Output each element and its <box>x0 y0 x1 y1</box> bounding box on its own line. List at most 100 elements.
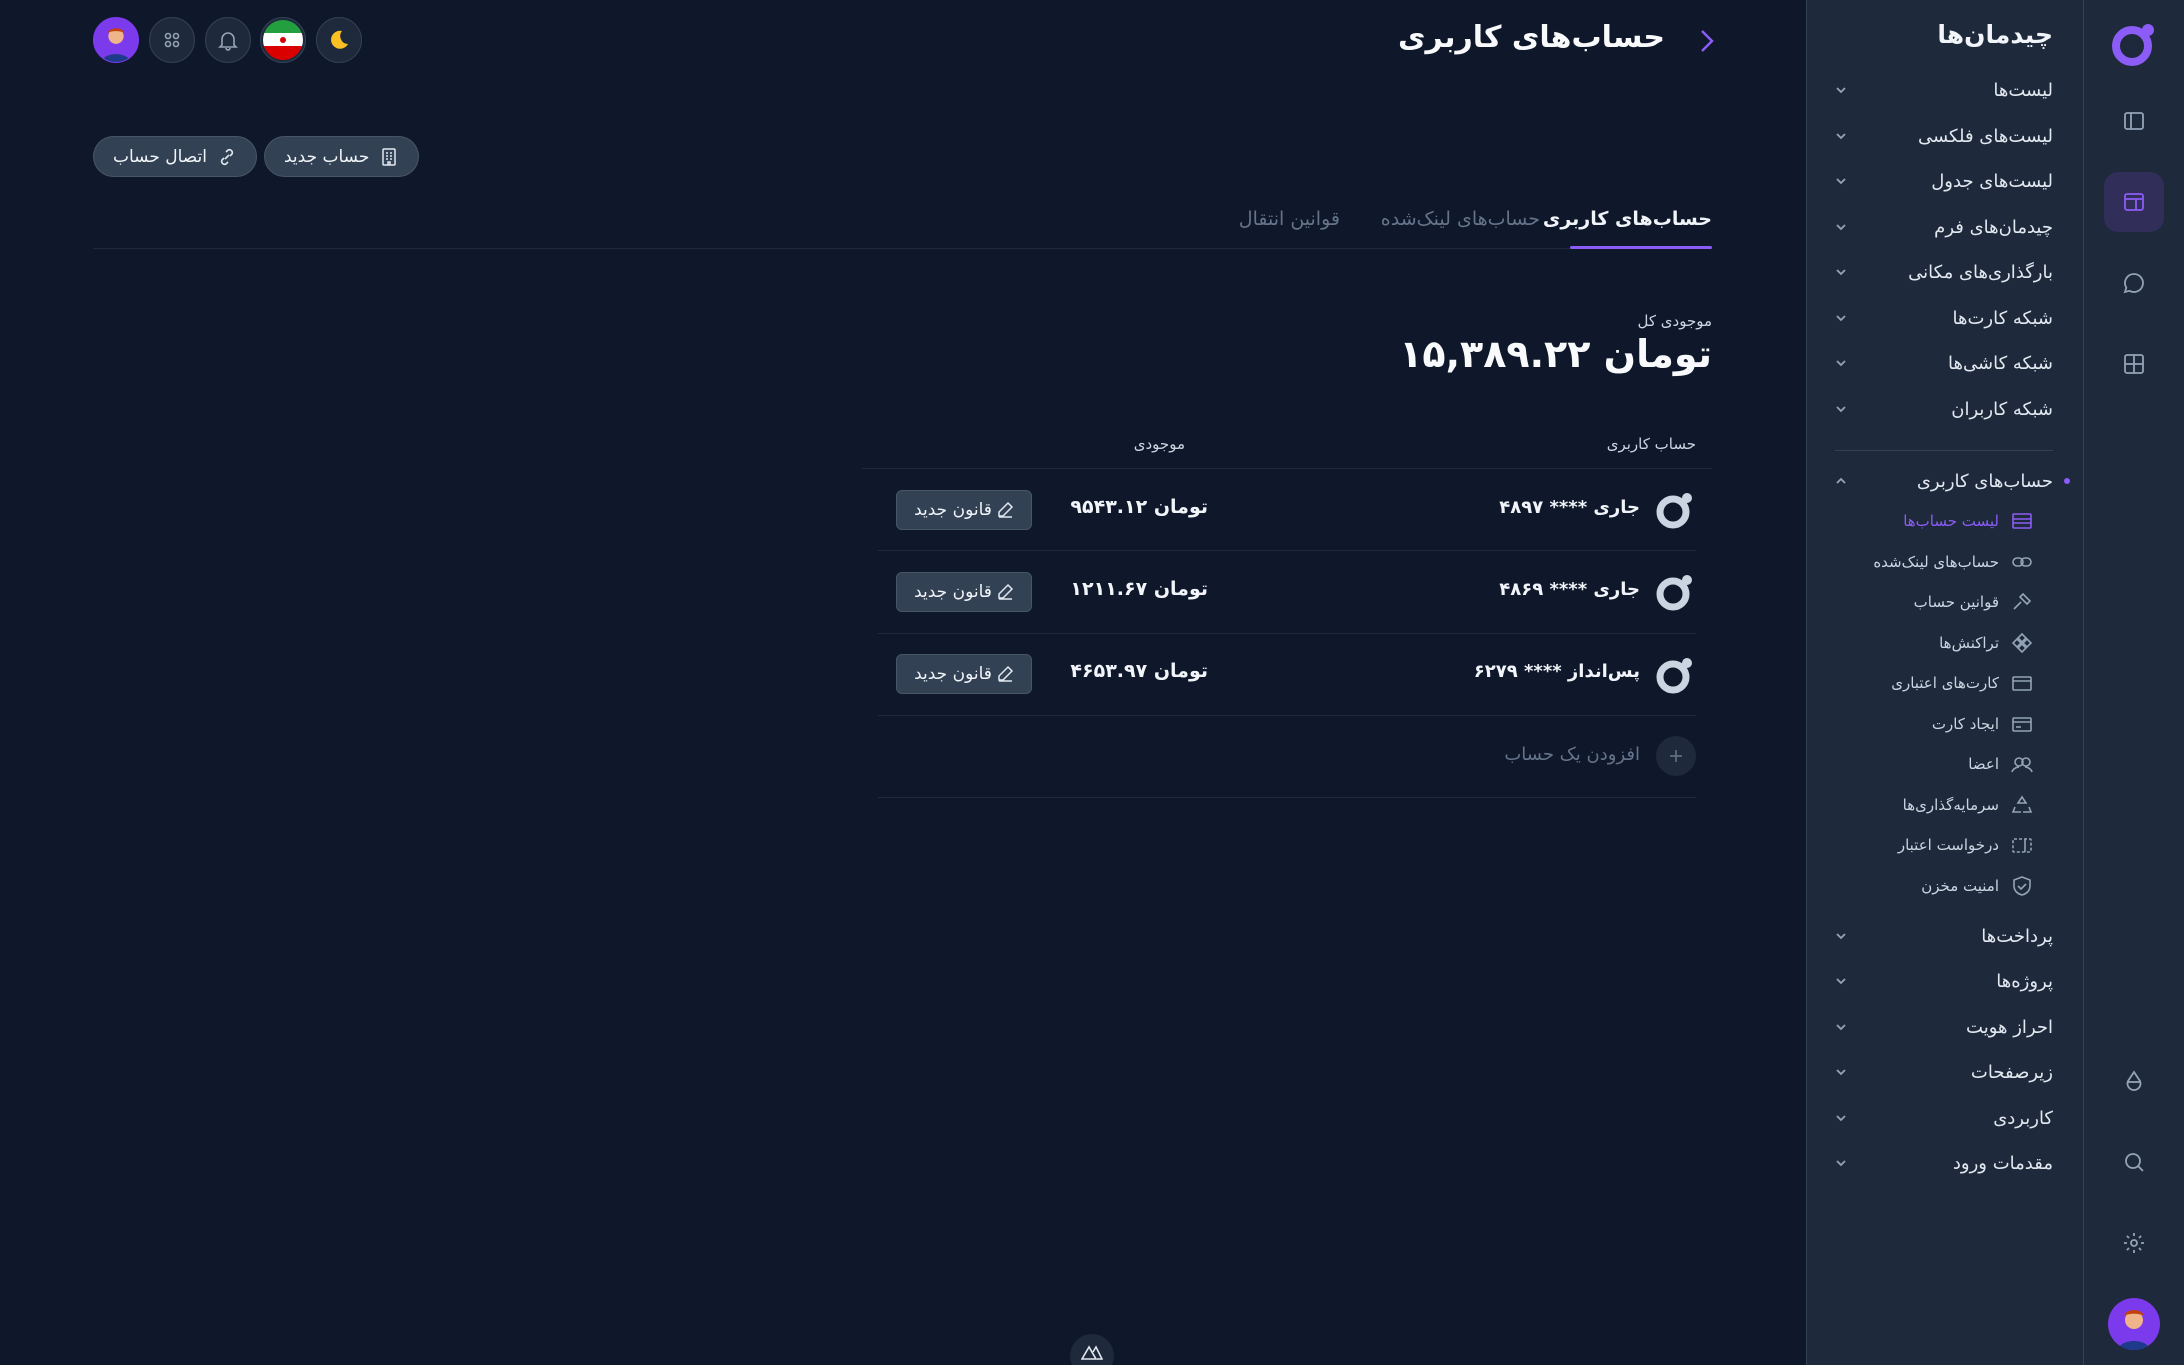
total-balance-value: ۱۵,۳۸۹.۲۲ تومان <box>1399 332 1712 376</box>
sidebar-item-flex-lists[interactable]: لیست‌های فلکسی <box>1833 116 2053 156</box>
sidebar-item-subpages[interactable]: زیرصفحات <box>1833 1052 2053 1092</box>
account-name: جاری **** ۴۸۶۹ <box>1499 579 1640 600</box>
pencil-icon <box>998 583 1013 600</box>
sidebar-subitem-create-card[interactable]: ایجاد کارت <box>1932 707 2033 741</box>
sidebar-item-placeholders[interactable]: بارگذاری‌های مکانی <box>1833 252 2053 292</box>
total-balance-label: موجودی کل <box>1637 312 1713 330</box>
apps-button[interactable] <box>149 17 195 63</box>
sidebar-subitem-label: ایجاد کارت <box>1931 715 1999 733</box>
sidebar-item-lists[interactable]: لیست‌ها <box>1833 70 2053 110</box>
row-divider <box>878 633 1696 634</box>
account-balance: ۱۲۱۱.۶۷ تومان <box>1070 578 1208 600</box>
nuxt-icon <box>1081 1345 1103 1360</box>
app-logo-icon[interactable] <box>2110 20 2158 68</box>
tab-accounts[interactable]: حساب‌های کاربری <box>1543 208 1712 230</box>
card-add-icon <box>2012 717 2032 732</box>
user-avatar[interactable] <box>2108 1298 2160 1350</box>
gavel-icon <box>2013 592 2032 610</box>
new-rule-button[interactable]: قانون جدید <box>896 654 1032 694</box>
grid-icon[interactable] <box>2104 334 2164 394</box>
layouts-icon[interactable] <box>2104 172 2164 232</box>
sidebar-subitem-vault-security[interactable]: امنیت مخزن <box>1921 869 2033 903</box>
tab-transfer-rules[interactable]: قوانین انتقال <box>1239 208 1340 230</box>
chevron-down-icon <box>1836 87 1846 94</box>
tab-linked-accounts[interactable]: حساب‌های لینک‌شده <box>1381 208 1540 230</box>
sidebar-item-utility[interactable]: کاربردی <box>1833 1098 2053 1138</box>
sidebar-divider <box>1835 450 2053 451</box>
profile-avatar[interactable] <box>93 17 139 63</box>
bell-icon <box>218 32 238 51</box>
chevron-down-icon <box>1836 978 1846 985</box>
sidebar-item-table-lists[interactable]: لیست‌های جدول <box>1833 161 2053 201</box>
chevron-down-icon <box>1836 1160 1846 1167</box>
chevron-up-icon <box>1836 477 1846 484</box>
sidebar-item-payments[interactable]: پرداخت‌ها <box>1833 916 2053 956</box>
account-balance: ۴۶۵۳.۹۷ تومان <box>1070 660 1208 682</box>
sidebar-subitem-label: قوانین حساب <box>1913 593 1999 611</box>
back-chevron-icon[interactable] <box>1694 26 1718 56</box>
pencil-icon <box>998 665 1013 682</box>
sidebar-subitem-credit-request[interactable]: درخواست اعتبار <box>1898 828 2033 862</box>
iran-flag-icon <box>263 20 303 60</box>
new-rule-label: قانون جدید <box>914 582 992 602</box>
chevron-down-icon <box>1836 269 1846 276</box>
nuxt-devtools-button[interactable] <box>1070 1334 1114 1365</box>
search-icon[interactable] <box>2104 1132 2164 1192</box>
new-account-label: حساب جدید <box>284 146 370 167</box>
row-divider <box>878 797 1696 798</box>
sidebar-subitem-linked-accounts[interactable]: حساب‌های لینک‌شده <box>1873 545 2033 579</box>
chevron-down-icon <box>1836 360 1846 367</box>
sidebar-item-onboarding[interactable]: مقدمات ورود <box>1833 1143 2053 1183</box>
sidebar-item-label: شبکه کاشی‌ها <box>1948 352 2053 374</box>
settings-gear-icon[interactable] <box>2104 1213 2164 1273</box>
sidebar-item-form-layouts[interactable]: چیدمان‌های فرم <box>1833 207 2053 247</box>
ticket-icon <box>2012 838 2032 853</box>
notifications-button[interactable] <box>205 17 251 63</box>
sidebar-subitem-account-list[interactable]: لیست حساب‌ها <box>1903 504 2033 538</box>
sidebar-item-label: مقدمات ورود <box>1952 1152 2053 1174</box>
new-rule-button[interactable]: قانون جدید <box>896 572 1032 612</box>
sidebar-subitem-account-rules[interactable]: قوانین حساب <box>1914 585 2033 619</box>
moon-icon <box>331 30 348 49</box>
theme-toggle-button[interactable] <box>316 17 362 63</box>
theme-drop-icon[interactable] <box>2104 1051 2164 1111</box>
sidebar-item-accounts[interactable]: حساب‌های کاربری <box>1833 461 2053 501</box>
chevron-down-icon <box>1836 315 1846 322</box>
sidebar-toggle-icon[interactable] <box>2104 91 2164 151</box>
account-name: پس‌انداز **** ۶۲۷۹ <box>1473 661 1640 682</box>
sidebar-item-authentication[interactable]: احراز هویت <box>1833 1007 2053 1047</box>
account-logo-icon <box>1656 575 1692 611</box>
language-button[interactable] <box>260 17 306 63</box>
sidebar-item-projects[interactable]: پروژه‌ها <box>1833 961 2053 1001</box>
chevron-down-icon <box>1836 1069 1846 1076</box>
sidebar-item-user-grid[interactable]: شبکه کاربران <box>1833 389 2053 429</box>
add-account-label[interactable]: افزودن یک حساب <box>1504 744 1640 765</box>
connect-account-button[interactable]: اتصال حساب <box>93 136 257 177</box>
chevron-down-icon <box>1836 178 1846 185</box>
sidebar-item-label: لیست‌ها <box>1993 79 2053 101</box>
sidebar-subitem-transactions[interactable]: تراکنش‌ها <box>1939 626 2033 660</box>
sidebar-item-label: بارگذاری‌های مکانی <box>1908 261 2053 283</box>
account-balance: ۹۵۴۳.۱۲ تومان <box>1070 496 1208 518</box>
sidebar-subitem-investments[interactable]: سرمایه‌گذاری‌ها <box>1903 788 2033 822</box>
link-icon <box>2012 557 2032 567</box>
chevron-down-icon <box>1836 133 1846 140</box>
sidebar-item-tile-grid[interactable]: شبکه کاشی‌ها <box>1833 343 2053 383</box>
sidebar-subitem-label: اعضا <box>1968 755 1999 773</box>
tabs-divider <box>93 248 1712 249</box>
sidebar-subitem-credit-cards[interactable]: کارت‌های اعتباری <box>1891 666 2033 700</box>
chevron-down-icon <box>1836 933 1846 940</box>
pencil-icon <box>998 501 1013 518</box>
sidebar-subitem-members[interactable]: اعضا <box>1968 747 2033 781</box>
sidebar-item-label: شبکه کارت‌ها <box>1952 307 2054 329</box>
new-account-button[interactable]: حساب جدید <box>264 136 420 177</box>
account-logo-icon <box>1656 658 1692 694</box>
sidebar-subitem-label: حساب‌های لینک‌شده <box>1873 553 1999 571</box>
new-rule-button[interactable]: قانون جدید <box>896 490 1032 530</box>
sidebar-item-label: پرداخت‌ها <box>1981 925 2053 947</box>
chat-icon[interactable] <box>2104 253 2164 313</box>
sidebar-item-card-grid[interactable]: شبکه کارت‌ها <box>1833 298 2053 338</box>
row-divider <box>878 715 1696 716</box>
sidebar-item-label: چیدمان‌های فرم <box>1934 216 2053 238</box>
add-account-button[interactable] <box>1656 736 1696 776</box>
